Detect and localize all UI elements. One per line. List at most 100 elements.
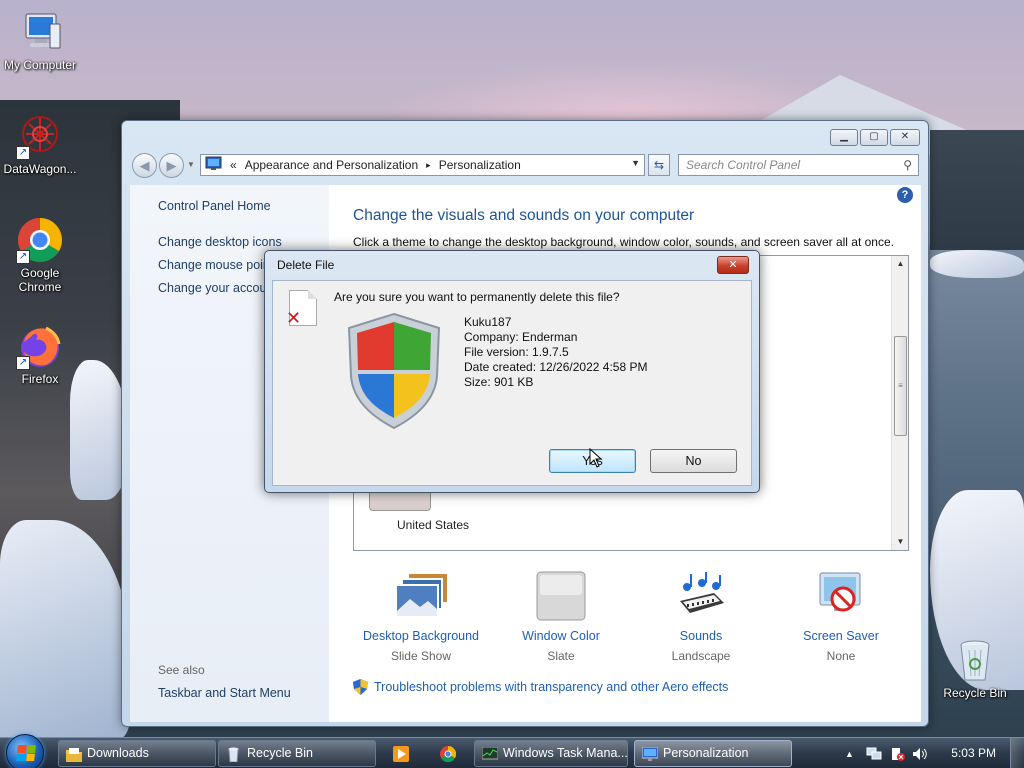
volume-icon[interactable] (912, 747, 928, 764)
delete-file-dialog[interactable]: Delete File ✕ ✕ Are you sure you want to… (264, 250, 760, 493)
taskbar-clock[interactable]: 5:03 PM (951, 746, 996, 760)
task-manager-icon (481, 746, 499, 761)
show-desktop-button[interactable] (1010, 738, 1024, 768)
file-version: File version: 1.9.7.5 (464, 345, 569, 359)
delete-x-icon: ✕ (286, 308, 302, 328)
close-button[interactable]: ✕ (890, 129, 920, 146)
sounds-icon (674, 571, 728, 621)
sidebar-link-change-desktop-icons[interactable]: Change desktop icons (158, 235, 282, 249)
desktop-icon-google-chrome[interactable]: ↗ Google Chrome (0, 216, 80, 294)
minimize-button[interactable]: ▁ (830, 129, 858, 146)
scroll-down-arrow[interactable]: ▼ (892, 534, 909, 550)
option-title[interactable]: Window Color (496, 629, 626, 643)
troubleshoot-row: Troubleshoot problems with transparency … (353, 679, 728, 695)
page-title: Change the visuals and sounds on your co… (353, 207, 695, 224)
theme-label[interactable]: United States (397, 518, 469, 532)
show-hidden-icons-icon[interactable]: ▲ (845, 749, 854, 759)
folder-icon (66, 746, 82, 762)
see-also-heading: See also (158, 663, 205, 677)
theme-list-scrollbar[interactable]: ▲ ≡ ▼ (891, 256, 908, 550)
network-icon[interactable] (866, 747, 882, 764)
desktop-background-icon (394, 571, 449, 621)
pinned-chrome[interactable] (432, 740, 464, 767)
file-info: Kuku187 Company: Enderman File version: … (464, 315, 647, 390)
sidebar-link-control-panel-home[interactable]: Control Panel Home (158, 199, 271, 213)
search-placeholder: Search Control Panel (686, 158, 801, 172)
shortcut-arrow-icon: ↗ (16, 250, 30, 264)
taskbar-button-label: Downloads (87, 746, 149, 760)
desktop-icon-label: DataWagon... (3, 162, 77, 176)
forward-button[interactable]: ▶ (159, 153, 184, 178)
taskbar-button-personalization[interactable]: Personalization (634, 740, 792, 767)
taskbar-button-label: Windows Task Mana... (503, 746, 628, 760)
no-button[interactable]: No (650, 449, 737, 473)
dialog-body: ✕ Are you sure you want to permanently d… (272, 280, 752, 486)
troubleshoot-link[interactable]: Troubleshoot problems with transparency … (374, 680, 728, 694)
help-icon[interactable]: ? (897, 187, 913, 203)
dialog-question: Are you sure you want to permanently del… (334, 290, 620, 304)
file-date-created: Date created: 12/26/2022 4:58 PM (464, 360, 648, 374)
recent-pages-dropdown[interactable]: ▼ (187, 160, 195, 169)
taskbar-button-label: Recycle Bin (247, 746, 313, 760)
option-sounds[interactable]: Sounds Landscape (636, 571, 766, 663)
file-company: Company: Enderman (464, 330, 578, 344)
option-window-color[interactable]: Window Color Slate (496, 571, 626, 663)
file-size: Size: 901 KB (464, 375, 534, 389)
desktop-icon-my-computer[interactable]: My Computer (0, 8, 80, 72)
desktop-icon-firefox[interactable]: ↗ Firefox (0, 322, 80, 386)
option-title[interactable]: Sounds (636, 629, 766, 643)
datawagon-icon: ↗ (16, 112, 64, 160)
recycle-bin-icon (226, 746, 241, 763)
window-color-icon (534, 571, 588, 621)
desktop-icon-label: My Computer (3, 58, 77, 72)
option-title[interactable]: Screen Saver (776, 629, 906, 643)
refresh-icon: ⇆ (653, 158, 665, 172)
windows-shield-icon (345, 312, 443, 430)
personalization-icon (641, 746, 659, 761)
wallpaper-ice (930, 250, 1024, 278)
dialog-close-button[interactable]: ✕ (717, 256, 749, 274)
start-button[interactable] (6, 734, 44, 768)
maximize-button[interactable]: ▢ (860, 129, 888, 146)
scroll-thumb[interactable]: ≡ (894, 336, 907, 436)
dialog-title: Delete File (277, 258, 335, 272)
shortcut-arrow-icon: ↗ (16, 356, 30, 370)
search-icon[interactable]: ⚲ (903, 155, 912, 175)
taskbar-button-task-manager[interactable]: Windows Task Mana... (474, 740, 628, 767)
page-subtitle: Click a theme to change the desktop back… (353, 235, 894, 249)
option-desktop-background[interactable]: Desktop Background Slide Show (356, 571, 486, 663)
chrome-icon: ↗ (16, 216, 64, 264)
desktop-icon-recycle-bin[interactable]: Recycle Bin (935, 636, 1015, 700)
address-bar[interactable]: « Appearance and Personalization ▸ Perso… (200, 154, 645, 176)
window-controls: ▁ ▢ ✕ (830, 129, 920, 146)
computer-icon (16, 8, 64, 56)
back-button[interactable]: ◀ (132, 153, 157, 178)
system-tray: ▲ 5:03 PM (834, 738, 1024, 768)
sidebar-link-taskbar-start-menu[interactable]: Taskbar and Start Menu (158, 686, 291, 700)
desktop-icon-label: Firefox (21, 372, 59, 386)
desktop-icon-datawagon[interactable]: ↗ DataWagon... (0, 112, 80, 176)
scroll-up-arrow[interactable]: ▲ (892, 256, 909, 272)
action-center-icon[interactable] (890, 747, 906, 764)
pinned-media-player[interactable] (385, 740, 417, 767)
recycle-bin-icon (951, 636, 999, 684)
breadcrumb-personalization[interactable]: Personalization (439, 158, 521, 172)
breadcrumb-appearance[interactable]: Appearance and Personalization (245, 158, 418, 172)
option-value: Slate (547, 649, 575, 663)
control-panel-icon (205, 156, 222, 174)
deleted-file-icon: ✕ (286, 290, 317, 328)
windows-logo-icon (16, 745, 36, 761)
breadcrumb-separator[interactable]: ▸ (426, 160, 431, 171)
address-dropdown-icon[interactable]: ▼ (631, 158, 640, 168)
option-title[interactable]: Desktop Background (356, 629, 486, 643)
option-screen-saver[interactable]: Screen Saver None (776, 571, 906, 663)
navigation-bar: ◀ ▶ ▼ « Appearance and Personalization ▸… (130, 151, 920, 179)
taskbar-button-downloads[interactable]: Downloads (58, 740, 216, 767)
refresh-button[interactable]: ⇆ (648, 154, 670, 176)
taskbar-button-recycle-bin[interactable]: Recycle Bin (218, 740, 376, 767)
screen-saver-icon (814, 571, 868, 621)
search-input[interactable]: Search Control Panel ⚲ (678, 154, 919, 176)
desktop-icon-label: Recycle Bin (943, 686, 1007, 700)
taskbar: Downloads Recycle Bin Windows Task Mana.… (0, 734, 1024, 768)
uac-shield-icon (353, 679, 368, 695)
